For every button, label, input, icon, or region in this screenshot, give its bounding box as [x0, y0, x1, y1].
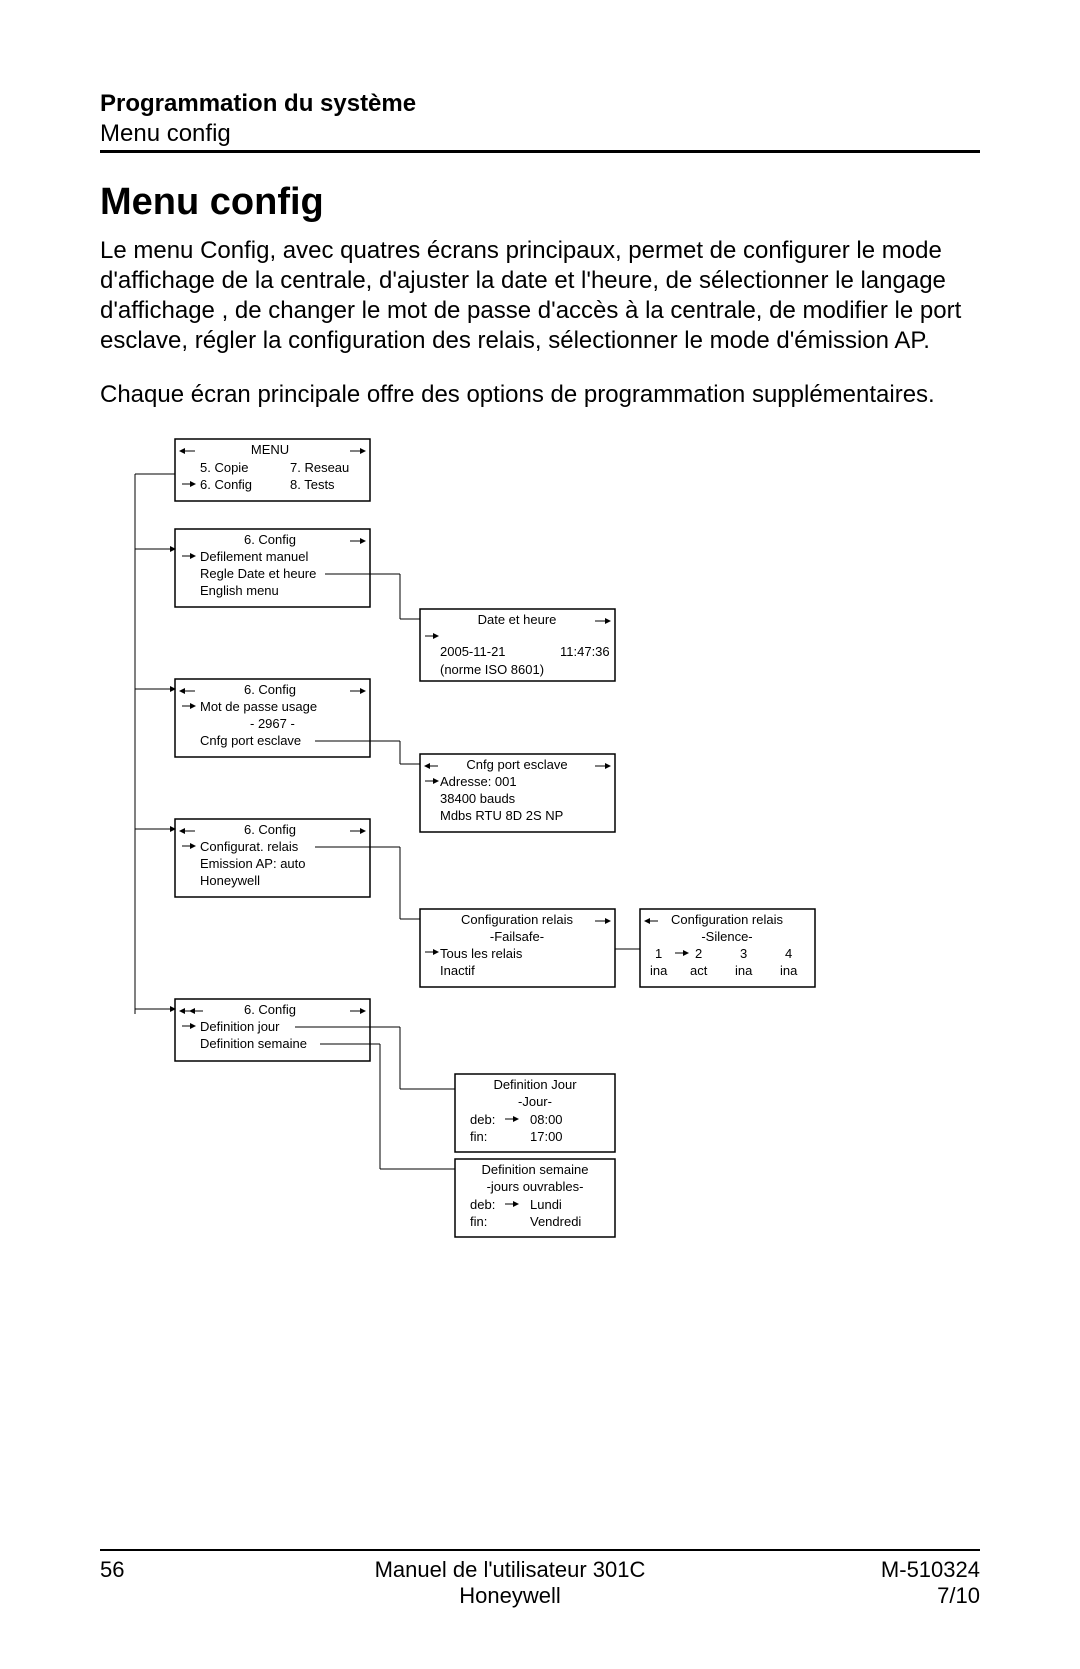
menu-title: MENU — [251, 442, 289, 457]
svg-text:4: 4 — [785, 946, 792, 961]
svg-text:Mdbs RTU 8D 2S NP: Mdbs RTU 8D 2S NP — [440, 808, 563, 823]
svg-text:Adresse: 001: Adresse: 001 — [440, 774, 517, 789]
svg-text:Honeywell: Honeywell — [200, 873, 260, 888]
svg-text:ina: ina — [650, 963, 668, 978]
svg-text:Definition semaine: Definition semaine — [482, 1162, 589, 1177]
svg-text:Definition jour: Definition jour — [200, 1019, 280, 1034]
svg-text:ina: ina — [735, 963, 753, 978]
svg-text:1: 1 — [655, 946, 662, 961]
svg-text:17:00: 17:00 — [530, 1129, 563, 1144]
svg-text:Emission AP: auto: Emission AP: auto — [200, 856, 306, 871]
svg-text:Configurat. relais: Configurat. relais — [200, 839, 299, 854]
svg-text:- 2967 -: - 2967 - — [250, 716, 295, 731]
menu-diagram: MENU 5. Copie 7. Reseau 6. Config 8. Tes… — [120, 434, 820, 1254]
svg-text:5. Copie: 5. Copie — [200, 460, 248, 475]
svg-text:38400 bauds: 38400 bauds — [440, 791, 516, 806]
paragraph-2: Chaque écran principale offre des option… — [100, 380, 980, 410]
svg-text:(norme ISO 8601): (norme ISO 8601) — [440, 662, 544, 677]
svg-text:Defilement manuel: Defilement manuel — [200, 549, 308, 564]
svg-text:-Jour-: -Jour- — [518, 1094, 552, 1109]
svg-text:-jours ouvrables-: -jours ouvrables- — [487, 1179, 584, 1194]
svg-text:fin:: fin: — [470, 1214, 487, 1229]
svg-text:Tous les relais: Tous les relais — [440, 946, 523, 961]
page-header: Programmation du système Menu config — [100, 90, 980, 153]
svg-text:6. Config: 6. Config — [244, 1002, 296, 1017]
svg-text:English menu: English menu — [200, 583, 279, 598]
svg-text:fin:: fin: — [470, 1129, 487, 1144]
footer-date: 7/10 — [840, 1583, 980, 1609]
svg-text:ina: ina — [780, 963, 798, 978]
svg-text:Configuration relais: Configuration relais — [461, 912, 574, 927]
svg-text:deb:: deb: — [470, 1112, 495, 1127]
svg-text:11:47:36: 11:47:36 — [560, 644, 610, 659]
svg-text:6. Config: 6. Config — [200, 477, 252, 492]
svg-text:Cnfg port esclave: Cnfg port esclave — [466, 757, 567, 772]
svg-text:6. Config: 6. Config — [244, 682, 296, 697]
svg-text:Date et heure: Date et heure — [478, 612, 557, 627]
svg-text:act: act — [690, 963, 708, 978]
svg-text:Definition Jour: Definition Jour — [493, 1077, 577, 1092]
svg-text:08:00: 08:00 — [530, 1112, 563, 1127]
footer-manual-title: Manuel de l'utilisateur 301C — [180, 1557, 840, 1583]
paragraph-1: Le menu Config, avec quatres écrans prin… — [100, 236, 980, 356]
svg-text:2005-11-21: 2005-11-21 — [440, 644, 506, 659]
svg-text:Configuration relais: Configuration relais — [671, 912, 784, 927]
svg-text:Vendredi: Vendredi — [530, 1214, 581, 1229]
svg-text:-Failsafe-: -Failsafe- — [490, 929, 544, 944]
svg-text:Inactif: Inactif — [440, 963, 475, 978]
svg-text:2: 2 — [695, 946, 702, 961]
header-section: Programmation du système — [100, 90, 980, 118]
footer-doc-number: M-510324 — [840, 1557, 980, 1583]
page-title: Menu config — [100, 181, 980, 224]
svg-text:Cnfg port esclave: Cnfg port esclave — [200, 733, 301, 748]
footer-page-number: 56 — [100, 1557, 180, 1583]
diagram-svg: MENU 5. Copie 7. Reseau 6. Config 8. Tes… — [120, 434, 820, 1254]
svg-text:6. Config: 6. Config — [244, 822, 296, 837]
svg-text:deb:: deb: — [470, 1197, 495, 1212]
footer-brand: Honeywell — [180, 1583, 840, 1609]
page-footer: 56 Manuel de l'utilisateur 301C M-510324… — [100, 1549, 980, 1609]
svg-text:Mot de passe usage: Mot de passe usage — [200, 699, 317, 714]
svg-text:-Silence-: -Silence- — [701, 929, 752, 944]
header-subsection: Menu config — [100, 120, 980, 148]
svg-text:6. Config: 6. Config — [244, 532, 296, 547]
svg-text:Lundi: Lundi — [530, 1197, 562, 1212]
svg-text:3: 3 — [740, 946, 747, 961]
svg-text:Definition semaine: Definition semaine — [200, 1036, 307, 1051]
svg-text:8. Tests: 8. Tests — [290, 477, 335, 492]
page: Programmation du système Menu config Men… — [0, 0, 1080, 1669]
svg-text:Regle Date et heure: Regle Date et heure — [200, 566, 316, 581]
svg-text:7. Reseau: 7. Reseau — [290, 460, 349, 475]
